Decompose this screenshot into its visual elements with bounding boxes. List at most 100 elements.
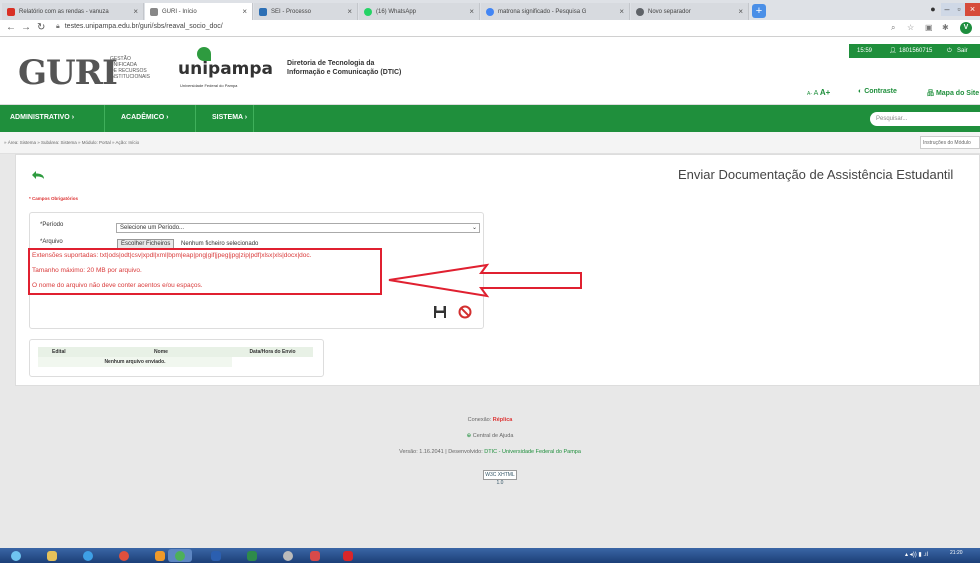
max-size-text: Tamanho máximo: 20 MB por arquivo. [32,267,142,274]
chrome-taskbar-icon[interactable] [112,549,136,562]
menu-divider [195,105,196,132]
filename-rule-text: O nome do arquivo não deve conter acento… [32,282,203,289]
menu-administrativo[interactable]: ADMINISTRATIVO › [10,114,74,121]
sitemap-link[interactable]: 品 Mapa do Site [927,88,979,98]
app-icon[interactable] [276,549,300,562]
period-label: *Período [40,222,64,228]
acrobat-icon[interactable] [336,549,360,562]
guri-logo-subtitle: GESTÃO UNIFICADA DE RECURSOS INSTITUCION… [110,56,151,80]
word-icon[interactable] [204,549,228,562]
new-tab-button[interactable]: + [752,4,766,18]
font-increase-button[interactable]: A+ [820,88,830,97]
menu-divider [253,105,254,132]
maximize-icon[interactable]: ▫ [953,3,965,16]
excel-icon[interactable] [240,549,264,562]
menu-divider [104,105,105,132]
close-icon[interactable]: × [465,7,474,16]
period-select[interactable]: Selecione um Período... ⌄ [116,223,480,233]
browser-tab-sei[interactable]: SEI - Processo × [254,3,358,20]
back-icon[interactable] [31,170,45,180]
breadcrumb: » Área: Sistema » Subárea: Sistema » Mód… [0,132,980,154]
browser-tab-new[interactable]: Novo separador × [631,3,749,20]
contrast-button[interactable]: ◐ Contraste [858,88,897,95]
module-instructions-button[interactable]: Instruções do Módulo [920,136,980,149]
save-icon[interactable] [433,305,447,319]
url-field[interactable]: 🔒︎ testes.unipampa.edu.br/guri/sbs/reaval… [56,23,223,31]
dtic-link[interactable]: DTIC - Universidade Federal do Pampa [484,449,581,455]
close-icon[interactable]: × [615,7,624,16]
close-icon[interactable]: × [129,7,138,16]
window-close-icon[interactable]: × [965,3,980,16]
page-title: Enviar Documentação de Assistência Estud… [678,167,954,182]
font-size-controls: A- A A+ [807,88,830,97]
power-icon: ⏻ [947,48,952,54]
dtic-title: Diretoria de Tecnologia da Informação e … [287,60,402,76]
taskbar-clock[interactable]: 21:20 [950,550,963,556]
browser-tab-whatsapp[interactable]: (16) WhatsApp × [359,3,480,20]
system-tray-icons[interactable]: ▴ ◂)) ▮ .ıl [905,551,928,558]
help-center-link[interactable]: ⊕ Central de Ajuda [0,433,980,439]
font-normal-button[interactable]: A [814,90,818,97]
profile-avatar[interactable]: V [960,22,972,34]
exit-link[interactable]: Sair [957,44,968,58]
table-header-nome: Nome [90,347,232,357]
session-bar: 15:59 👤︎ 1801560715 ⏻ Sair [849,44,980,58]
table-header-edital: Edital [38,347,90,357]
breadcrumb-text: » Área: Sistema » Subárea: Sistema » Mód… [4,140,140,145]
chrome-active-icon[interactable] [168,549,192,562]
uploaded-files-table: Edital Nome Data/Hora do Envio Nenhum ar… [29,339,324,377]
supported-extensions-text: Extensões suportadas: txt|ods|odt|csv|xp… [32,252,312,259]
sei-icon [259,7,267,16]
windows-taskbar: ▴ ◂)) ▮ .ıl 21:20 [0,548,980,563]
search-input[interactable]: Pesquisar... [870,112,980,126]
highlight-annotation-box: Extensões suportadas: txt|ods|odt|csv|xp… [28,248,382,295]
file-label: *Arquivo [40,239,63,245]
guri-logo[interactable]: GURI [18,53,118,93]
unipampa-subtitle: Universidade Federal do Pampa [180,83,238,88]
close-icon[interactable]: × [238,7,247,16]
annotation-arrow [388,263,582,298]
start-button[interactable] [4,549,28,562]
close-icon[interactable]: × [343,7,352,16]
close-icon[interactable]: × [734,7,743,16]
required-fields-note: * Campos Obrigatórios [29,196,79,201]
browser-tab-gmail[interactable]: Relatório com as rendas - vanuza × [2,3,144,20]
cancel-icon[interactable] [458,305,472,319]
w3c-badge[interactable]: W3C XHTML 1.0 [483,470,517,486]
menu-academico[interactable]: ACADÊMICO › [121,114,168,121]
session-time: 15:59 [857,48,873,54]
guri-icon [150,7,158,16]
puzzle-icon[interactable]: ✱ [942,23,949,32]
minimize-icon[interactable]: – [941,3,953,16]
extension-icon[interactable]: ▣ [925,23,933,32]
site-footer: Conexão: Réplica ⊕ Central de Ajuda Vers… [0,386,980,548]
reload-icon[interactable]: ↻ [37,22,45,33]
selected-file-name: Nenhum ficheiro selecionado [181,241,259,247]
gmail-icon [7,7,15,16]
forward-arrow-icon[interactable]: → [21,22,31,33]
paint-icon[interactable] [303,549,327,562]
google-icon [486,7,494,16]
lock-icon: 🔒︎ [56,23,60,30]
ie-icon[interactable] [76,549,100,562]
profile-icon[interactable]: ● [926,3,940,16]
table-header-data-hora: Data/Hora do Envio [232,347,313,357]
version-info: Versão: 1.16.2041 | Desenvolvido: DTIC -… [399,449,581,455]
back-arrow-icon[interactable]: ← [6,22,16,33]
zoom-icon[interactable]: ⌕ [891,23,895,33]
browser-tab-bar: Relatório com as rendas - vanuza × GURI … [0,0,980,20]
address-bar: ← → ↻ 🔒︎ testes.unipampa.edu.br/guri/sbs/… [0,20,980,37]
main-menu: ADMINISTRATIVO › ACADÊMICO › SISTEMA › P… [0,105,980,132]
chrome-icon [636,7,644,16]
unipampa-logo[interactable]: unipampa [178,59,273,79]
menu-sistema[interactable]: SISTEMA › [212,114,247,121]
whatsapp-icon [364,7,372,16]
browser-tab-guri[interactable]: GURI - Início × [145,3,253,20]
font-decrease-button[interactable]: A- [807,91,812,97]
browser-tab-google[interactable]: matrona significado - Pesquisa G × [481,3,630,20]
explorer-icon[interactable] [40,549,64,562]
user-id: 1801560715 [899,48,933,54]
connection-info: Conexão: Réplica [467,417,513,423]
star-icon[interactable]: ☆ [907,23,914,32]
sitemap-icon: 品 [927,90,936,97]
